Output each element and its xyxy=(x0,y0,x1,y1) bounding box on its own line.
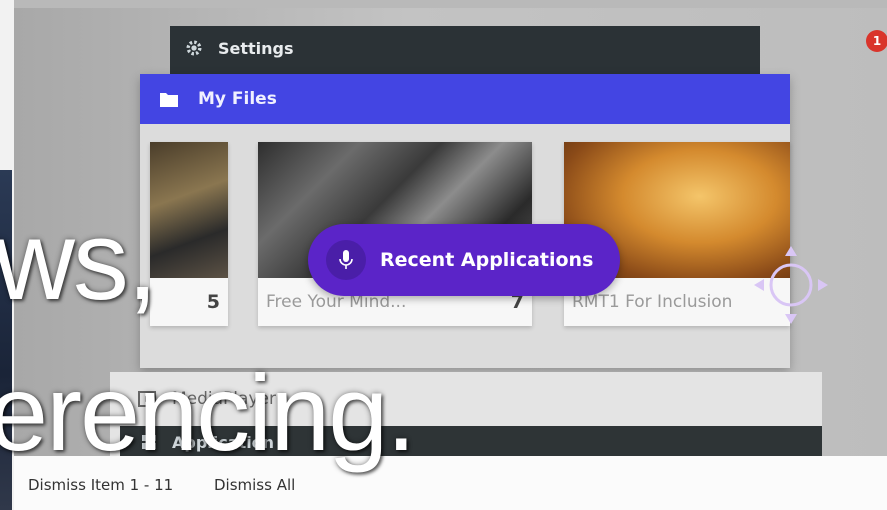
settings-title: Settings xyxy=(218,38,294,58)
file-card-caption: 5 xyxy=(158,282,220,322)
file-card-count: 5 xyxy=(206,291,220,313)
gear-icon xyxy=(186,40,202,56)
folder-icon xyxy=(160,93,178,107)
file-thumbnail xyxy=(150,142,228,278)
my-files-window[interactable]: My Files 5 Free Your Mind... 7 RMT1 For … xyxy=(140,74,790,368)
caption-line-2: erencing. xyxy=(0,352,416,473)
my-files-title: My Files xyxy=(198,89,277,109)
voice-command-label: Recent Applications xyxy=(380,249,594,271)
dismiss-item-button[interactable]: Dismiss Item 1 - 11 xyxy=(28,476,173,494)
microphone-button[interactable] xyxy=(326,240,366,280)
file-card[interactable]: 5 xyxy=(150,142,228,326)
caption-line-1: ws, xyxy=(0,198,158,323)
file-card-title: RMT1 For Inclusion xyxy=(572,292,733,312)
notification-badge[interactable]: 1 xyxy=(866,30,887,52)
microphone-icon xyxy=(339,250,353,269)
dismiss-all-button[interactable]: Dismiss All xyxy=(214,476,295,494)
my-files-header[interactable]: My Files xyxy=(140,74,790,124)
voice-command-tooltip[interactable]: Recent Applications xyxy=(308,224,620,296)
navigation-gizmo-icon[interactable] xyxy=(748,240,834,330)
settings-header[interactable]: Settings xyxy=(170,26,760,70)
